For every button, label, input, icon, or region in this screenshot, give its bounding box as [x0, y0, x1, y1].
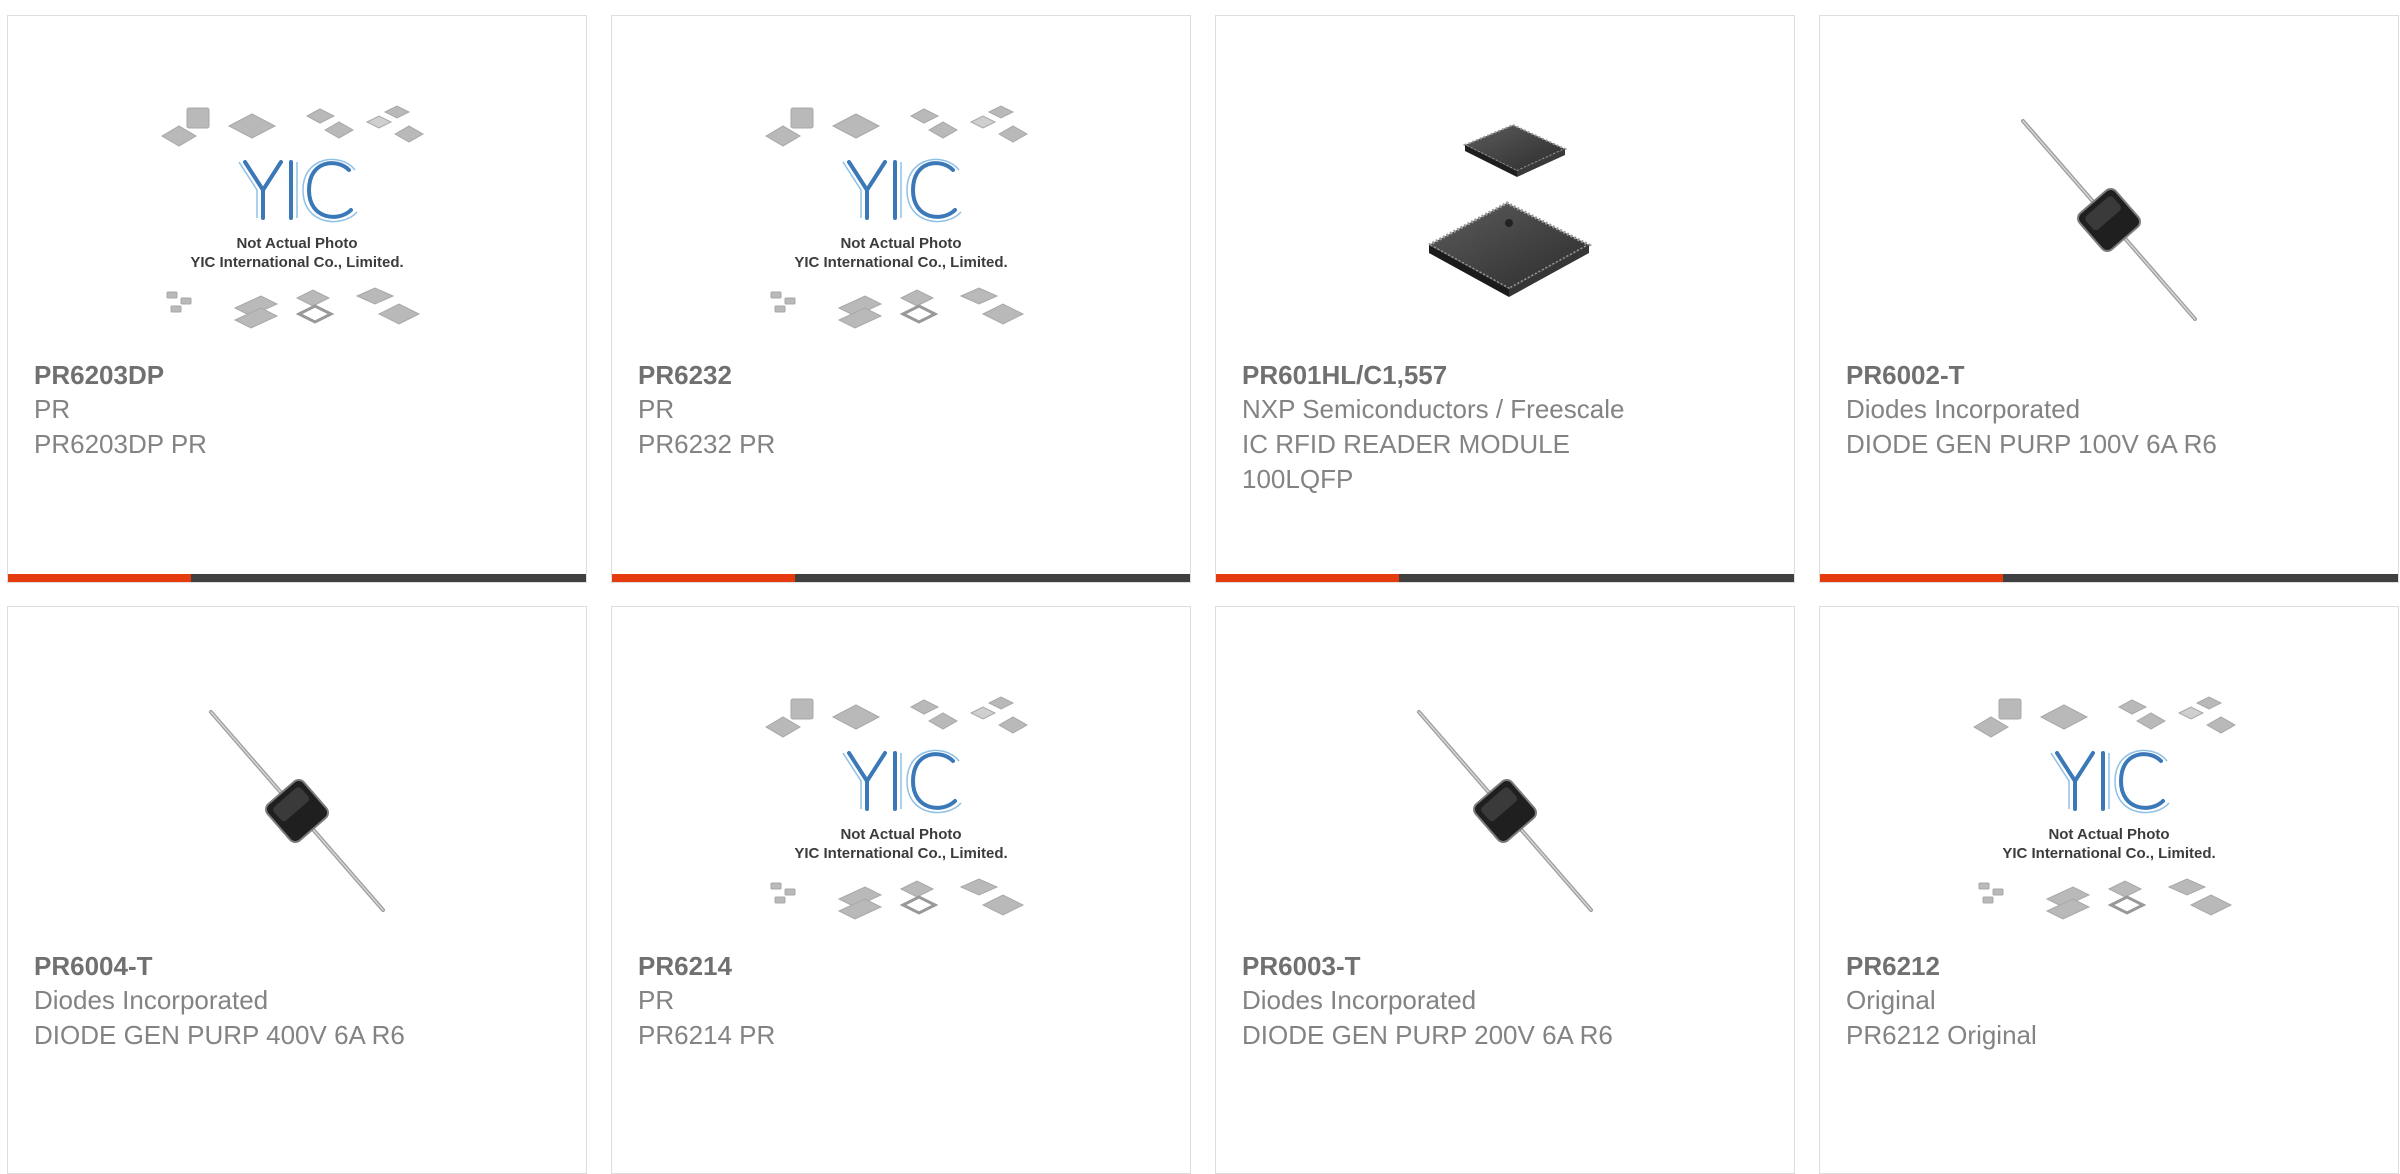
description: DIODE GEN PURP 200V 6A R6 — [1242, 1020, 1613, 1050]
product-card[interactable]: PR6003-T Diodes Incorporated DIODE GEN P… — [1215, 606, 1795, 1174]
placeholder-caption-1: Not Actual Photo — [840, 826, 961, 843]
placeholder-image: Not Actual Photo YIC International Co., … — [161, 105, 425, 329]
card-bottom-bar — [1216, 574, 1794, 582]
description: DIODE GEN PURP 100V 6A R6 — [1846, 429, 2217, 459]
placeholder-caption-1: Not Actual Photo — [236, 235, 357, 252]
manufacturer: PR — [638, 985, 675, 1015]
manufacturer: Original — [1846, 985, 1936, 1015]
product-card[interactable]: PR6002-T Diodes Incorporated DIODE GEN P… — [1819, 15, 2399, 583]
manufacturer: Diodes Incorporated — [1242, 985, 1477, 1015]
manufacturer: Diodes Incorporated — [1846, 394, 2081, 424]
product-card[interactable]: PR6004-T Diodes Incorporated DIODE GEN P… — [7, 606, 587, 1174]
placeholder-caption-2: YIC International Co., Limited. — [2002, 845, 2215, 862]
product-card[interactable]: PR601HL/C1,557 NXP Semiconductors / Free… — [1215, 15, 1795, 583]
part-number-link[interactable]: PR6203DP — [34, 358, 566, 392]
part-number-link[interactable]: PR601HL/C1,557 — [1242, 358, 1774, 392]
description: IC RFID READER MODULE 100LQFP — [1242, 429, 1570, 494]
description: PR6212 Original — [1846, 1020, 2037, 1050]
product-image[interactable]: Not Actual Photo YIC International Co., … — [612, 670, 1190, 952]
product-card[interactable]: Not Actual Photo YIC International Co., … — [611, 606, 1191, 1174]
axial-diode-image — [2021, 119, 2197, 321]
product-grid: Not Actual Photo YIC International Co., … — [7, 15, 2400, 1174]
card-bottom-bar — [612, 574, 1190, 582]
manufacturer: NXP Semiconductors / Freescale — [1242, 394, 1625, 424]
placeholder-image: Not Actual Photo YIC International Co., … — [765, 696, 1029, 920]
lqfp-chip-image — [1425, 123, 1593, 297]
placeholder-image: Not Actual Photo YIC International Co., … — [765, 105, 1029, 329]
product-info: PR6203DP PR PR6203DP PR — [34, 358, 566, 462]
part-number-link[interactable]: PR6003-T — [1242, 949, 1774, 983]
placeholder-image: Not Actual Photo YIC International Co., … — [1973, 696, 2237, 920]
product-info: PR6212 Original PR6212 Original — [1846, 949, 2378, 1053]
card-bar-accent — [1216, 574, 1399, 582]
description: PR6214 PR — [638, 1020, 776, 1050]
placeholder-caption-2: YIC International Co., Limited. — [190, 254, 403, 271]
placeholder-caption-1: Not Actual Photo — [2048, 826, 2169, 843]
product-info: PR6003-T Diodes Incorporated DIODE GEN P… — [1242, 949, 1774, 1053]
part-number-link[interactable]: PR6214 — [638, 949, 1170, 983]
card-bar-accent — [1820, 574, 2003, 582]
placeholder-caption-2: YIC International Co., Limited. — [794, 845, 1007, 862]
product-info: PR6232 PR PR6232 PR — [638, 358, 1170, 462]
placeholder-caption-2: YIC International Co., Limited. — [794, 254, 1007, 271]
axial-diode-image — [1417, 710, 1593, 912]
part-number-link[interactable]: PR6232 — [638, 358, 1170, 392]
description: PR6232 PR — [638, 429, 776, 459]
placeholder-caption-1: Not Actual Photo — [840, 235, 961, 252]
product-card[interactable]: Not Actual Photo YIC International Co., … — [7, 15, 587, 583]
description: PR6203DP PR — [34, 429, 207, 459]
manufacturer: PR — [638, 394, 675, 424]
card-bar-accent — [612, 574, 795, 582]
part-number-link[interactable]: PR6002-T — [1846, 358, 2378, 392]
manufacturer: PR — [34, 394, 71, 424]
product-card[interactable]: Not Actual Photo YIC International Co., … — [611, 15, 1191, 583]
product-image[interactable] — [1216, 79, 1794, 361]
part-number-link[interactable]: PR6004-T — [34, 949, 566, 983]
product-image[interactable]: Not Actual Photo YIC International Co., … — [1820, 670, 2398, 952]
product-info: PR6214 PR PR6214 PR — [638, 949, 1170, 1053]
product-image[interactable] — [1820, 79, 2398, 361]
part-number-link[interactable]: PR6212 — [1846, 949, 2378, 983]
product-image[interactable]: Not Actual Photo YIC International Co., … — [612, 79, 1190, 361]
manufacturer: Diodes Incorporated — [34, 985, 269, 1015]
axial-diode-image — [209, 710, 385, 912]
card-bottom-bar — [8, 574, 586, 582]
product-image[interactable]: Not Actual Photo YIC International Co., … — [8, 79, 586, 361]
product-image[interactable] — [8, 670, 586, 952]
product-card[interactable]: Not Actual Photo YIC International Co., … — [1819, 606, 2399, 1174]
product-info: PR6004-T Diodes Incorporated DIODE GEN P… — [34, 949, 566, 1053]
card-bottom-bar — [1820, 574, 2398, 582]
product-info: PR601HL/C1,557 NXP Semiconductors / Free… — [1242, 358, 1774, 497]
product-image[interactable] — [1216, 670, 1794, 952]
description: DIODE GEN PURP 400V 6A R6 — [34, 1020, 405, 1050]
product-info: PR6002-T Diodes Incorporated DIODE GEN P… — [1846, 358, 2378, 462]
card-bar-accent — [8, 574, 191, 582]
